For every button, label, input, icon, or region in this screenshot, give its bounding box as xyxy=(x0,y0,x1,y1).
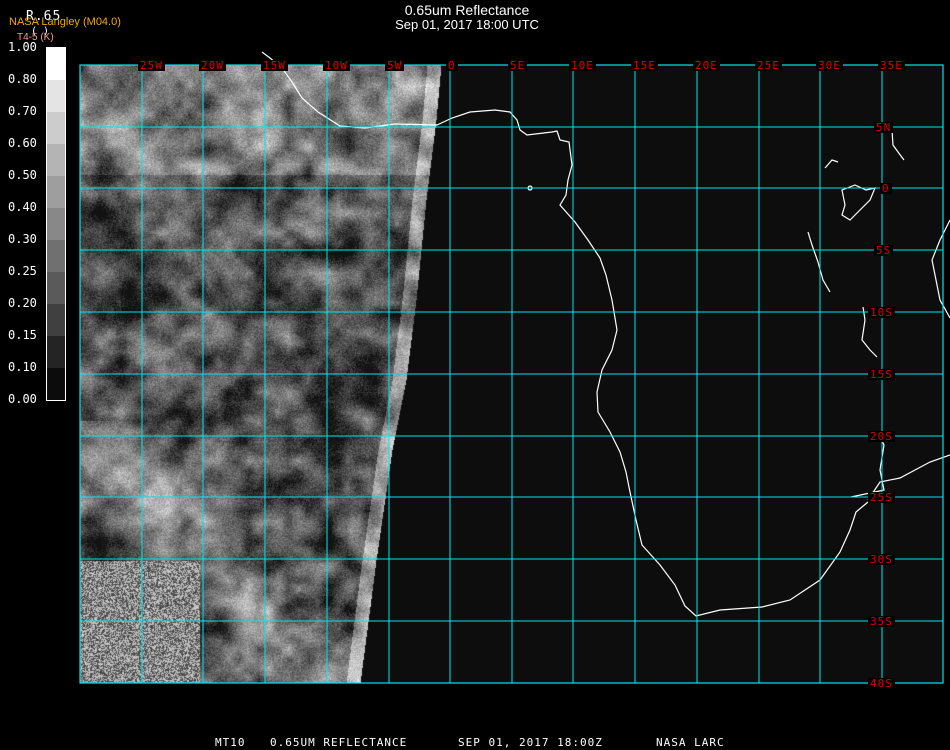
coastline xyxy=(527,185,533,191)
longitude-label: 30E xyxy=(816,59,843,72)
provider-label: NASA Langley (M04.0) xyxy=(9,16,121,28)
longitude-label: 25E xyxy=(755,59,782,72)
footer-source: NASA LARC xyxy=(656,736,725,749)
satellite-image xyxy=(0,0,950,730)
longitude-label: 15W xyxy=(261,59,288,72)
coastline xyxy=(931,219,950,319)
longitude-label: 20W xyxy=(199,59,226,72)
latitude-label: 5N xyxy=(874,121,894,134)
colorbar-step xyxy=(47,240,65,272)
legend-sublabel: T4-5 (K) xyxy=(17,32,54,43)
colorbar xyxy=(46,47,66,401)
colorbar-label: 0.60 xyxy=(8,136,37,150)
longitude-label: 15E xyxy=(631,59,658,72)
longitude-label: 5W xyxy=(385,59,405,72)
footer-product: MT10 xyxy=(215,736,246,749)
colorbar-label: 0.25 xyxy=(8,264,37,278)
colorbar-step xyxy=(47,336,65,368)
latitude-label: 10S xyxy=(868,306,895,319)
longitude-label: 25W xyxy=(138,59,165,72)
colorbar-step xyxy=(47,368,65,400)
map-overlay xyxy=(79,51,950,684)
latitude-label: 40S xyxy=(868,677,895,690)
latitude-label: 30S xyxy=(868,553,895,566)
colorbar-step xyxy=(47,48,65,80)
colorbar-label: 0.15 xyxy=(8,328,37,342)
longitude-label: 35E xyxy=(878,59,905,72)
colorbar-label: 0.20 xyxy=(8,296,37,310)
colorbar-step xyxy=(47,208,65,240)
colorbar-step xyxy=(47,176,65,208)
latitude-label: 20S xyxy=(868,430,895,443)
longitude-label: 0 xyxy=(446,59,458,72)
footer-datetime: SEP 01, 2017 18:00Z xyxy=(458,736,603,749)
colorbar-label: 0.00 xyxy=(8,392,37,406)
colorbar-label: 0.80 xyxy=(8,72,37,86)
colorbar-label: 0.50 xyxy=(8,168,37,182)
image-title: 0.65um Reflectance xyxy=(404,2,530,18)
colorbar-step xyxy=(47,304,65,336)
colorbar-step xyxy=(47,112,65,144)
longitude-label: 10E xyxy=(569,59,596,72)
coastline xyxy=(824,159,839,169)
coastline xyxy=(807,231,831,293)
latitude-label: 5S xyxy=(874,244,894,257)
longitude-label: 5E xyxy=(508,59,528,72)
latitude-label: 35S xyxy=(868,615,895,628)
colorbar-label: 0.70 xyxy=(8,104,37,118)
colorbar-label: 0.30 xyxy=(8,232,37,246)
colorbar-label: 0.10 xyxy=(8,360,37,374)
latitude-label: 25S xyxy=(868,491,895,504)
longitude-label: 10W xyxy=(323,59,350,72)
longitude-label: 20E xyxy=(693,59,720,72)
coastline xyxy=(261,51,869,617)
image-datetime: Sep 01, 2017 18:00 UTC xyxy=(395,17,539,32)
coastline xyxy=(841,184,876,221)
colorbar-step xyxy=(47,80,65,112)
latitude-label: 0 xyxy=(880,182,892,195)
coastline xyxy=(891,129,905,161)
latitude-label: 15S xyxy=(868,368,895,381)
colorbar-label: 0.40 xyxy=(8,200,37,214)
colorbar-step xyxy=(47,144,65,176)
footer-channel: 0.65UM REFLECTANCE xyxy=(270,736,408,749)
map-border xyxy=(79,64,944,684)
colorbar-step xyxy=(47,272,65,304)
